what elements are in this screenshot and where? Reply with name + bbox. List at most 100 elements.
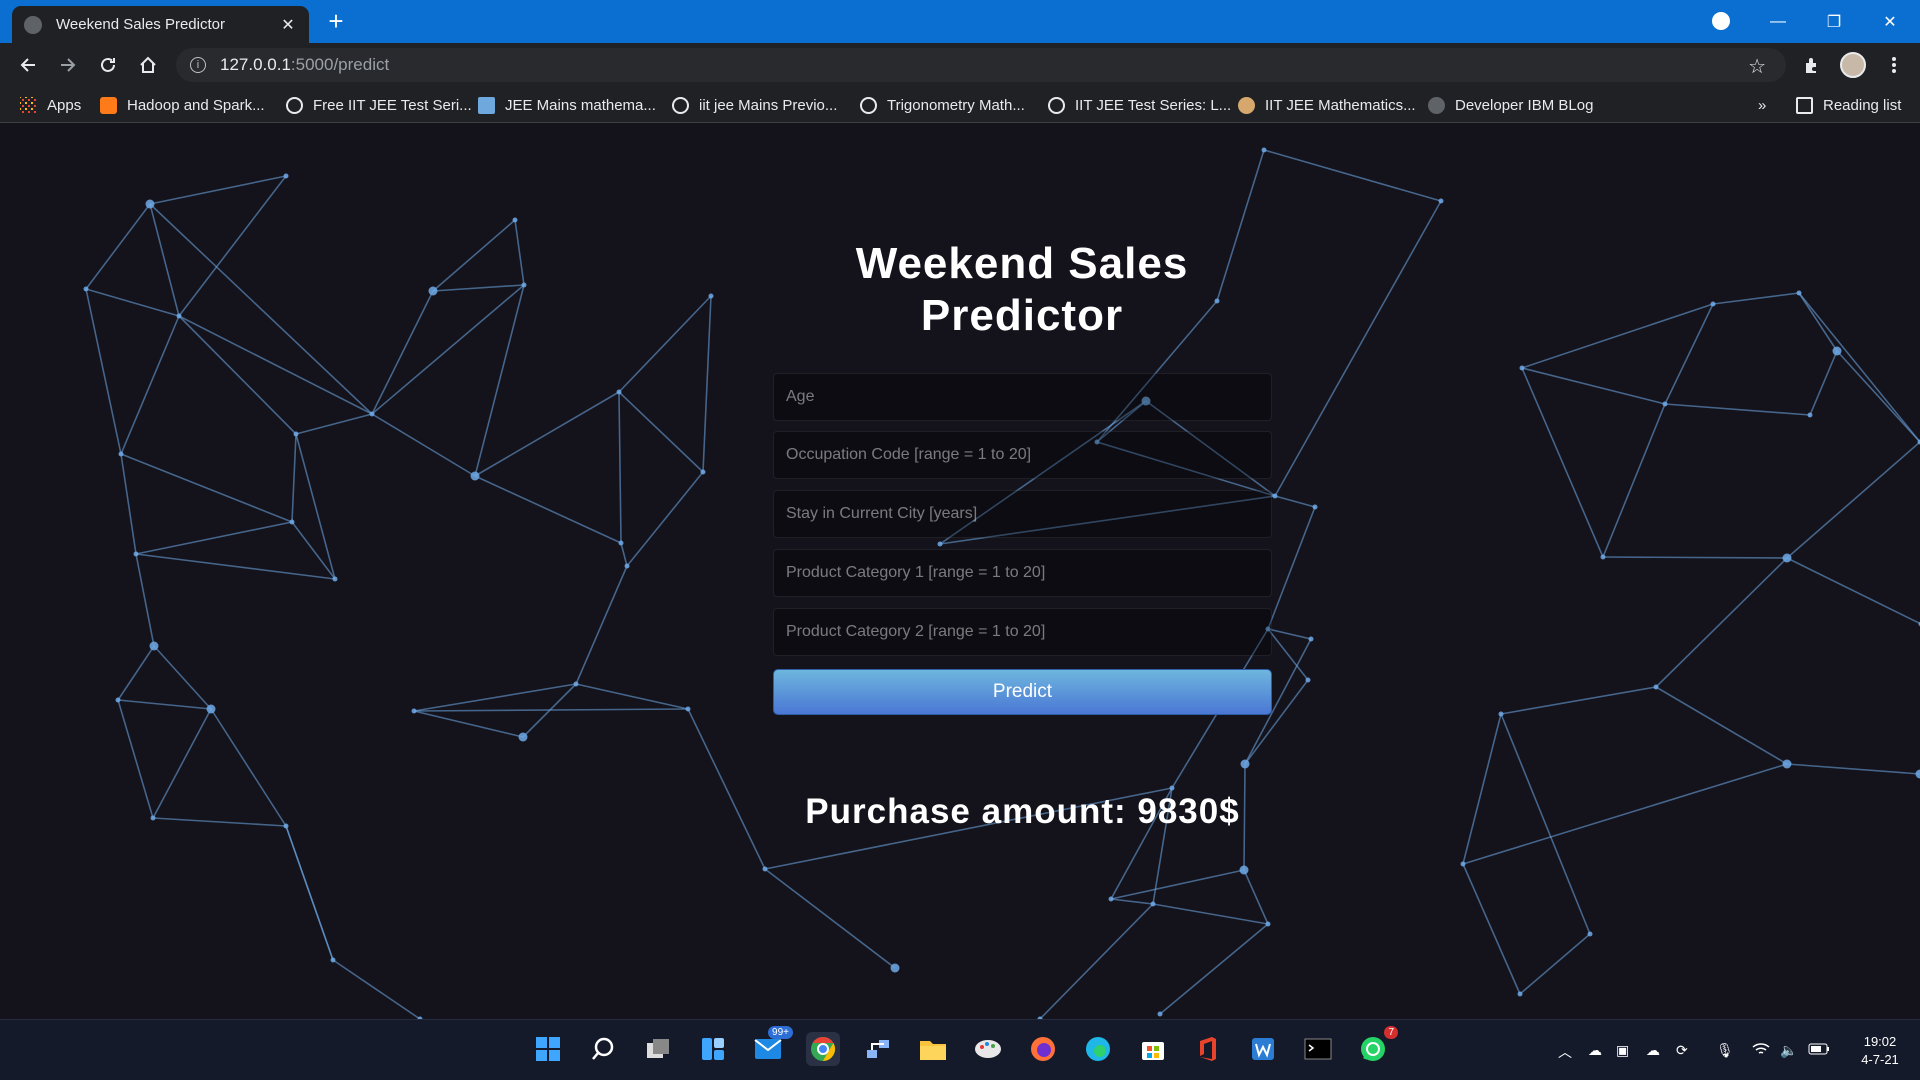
widgets-icon[interactable] bbox=[696, 1032, 730, 1066]
home-icon[interactable] bbox=[134, 51, 162, 79]
network-line bbox=[413, 710, 524, 738]
nvidia-icon[interactable]: ▣ bbox=[1616, 1042, 1629, 1059]
bookmark-iit-jee-test-series[interactable]: IIT JEE Test Series: L... bbox=[1048, 95, 1231, 115]
network-line bbox=[1664, 403, 1811, 416]
network-line bbox=[149, 203, 373, 415]
bookmark-iit-jee-previous[interactable]: iit jee Mains Previo... bbox=[672, 95, 837, 115]
firefox-icon[interactable] bbox=[1026, 1032, 1060, 1066]
word-icon[interactable] bbox=[1246, 1032, 1280, 1066]
bookmark-apps[interactable]: Apps bbox=[20, 95, 81, 115]
wifi-icon[interactable] bbox=[1752, 1042, 1770, 1059]
bookmarks-overflow-icon[interactable]: » bbox=[1758, 95, 1766, 115]
network-node bbox=[518, 732, 528, 742]
network-line bbox=[575, 683, 689, 710]
office-icon[interactable] bbox=[1191, 1032, 1225, 1066]
show-hidden-icons-icon[interactable]: ︿ bbox=[1558, 1042, 1572, 1062]
occupation-input[interactable] bbox=[773, 431, 1272, 479]
menu-icon[interactable] bbox=[1880, 51, 1908, 79]
network-line bbox=[120, 315, 180, 455]
network-line bbox=[149, 175, 287, 205]
bookmark-jee-mains-math[interactable]: JEE Mains mathema... bbox=[478, 95, 656, 115]
network-line bbox=[152, 708, 212, 819]
close-tab-icon[interactable]: ✕ bbox=[279, 15, 297, 35]
network-line bbox=[1664, 303, 1714, 405]
blogger-icon bbox=[100, 96, 117, 114]
file-explorer-icon[interactable] bbox=[916, 1032, 950, 1066]
page-title: Weekend Sales Predictor bbox=[855, 239, 1189, 340]
product-category-2-input[interactable] bbox=[773, 608, 1272, 656]
network-line bbox=[371, 284, 525, 415]
network-node bbox=[1438, 198, 1444, 204]
product-category-1-input[interactable] bbox=[773, 549, 1272, 597]
back-icon[interactable] bbox=[14, 51, 42, 79]
age-input[interactable] bbox=[773, 373, 1272, 421]
bookmark-free-iit-jee[interactable]: Free IIT JEE Test Seri... bbox=[286, 95, 472, 115]
globe-icon bbox=[286, 96, 303, 114]
browser-tab[interactable]: Weekend Sales Predictor ✕ bbox=[12, 6, 309, 43]
task-view-icon[interactable] bbox=[641, 1032, 675, 1066]
network-line bbox=[1039, 903, 1154, 1019]
close-window-icon[interactable]: ✕ bbox=[1862, 0, 1918, 43]
site-info-icon[interactable]: i bbox=[190, 57, 206, 73]
clock[interactable]: 19:02 4-7-21 bbox=[1848, 1033, 1912, 1069]
network-node bbox=[1915, 769, 1920, 779]
forward-icon[interactable] bbox=[54, 51, 82, 79]
tab-title: Weekend Sales Predictor bbox=[56, 16, 225, 33]
url-path: :5000/predict bbox=[290, 55, 390, 74]
network-node bbox=[1239, 865, 1249, 875]
restore-icon[interactable]: ❐ bbox=[1806, 0, 1862, 43]
terminal-icon[interactable] bbox=[1301, 1032, 1335, 1066]
tab-search-icon[interactable] bbox=[1712, 12, 1730, 30]
network-node bbox=[890, 963, 900, 973]
network-node bbox=[369, 411, 375, 417]
reading-list-button[interactable]: Reading list bbox=[1796, 95, 1901, 115]
predict-button[interactable]: Predict bbox=[773, 669, 1272, 715]
onedrive-icon[interactable]: ☁ bbox=[1646, 1042, 1660, 1059]
network-node bbox=[1519, 365, 1525, 371]
stay-in-city-input[interactable] bbox=[773, 490, 1272, 538]
bookmark-developer-ibm[interactable]: Developer IBM BLog bbox=[1428, 95, 1593, 115]
network-line bbox=[1655, 557, 1788, 688]
start-icon[interactable] bbox=[531, 1032, 565, 1066]
address-bar[interactable]: i 127.0.0.1:5000/predict ☆ bbox=[176, 48, 1786, 82]
whatsapp-icon[interactable]: 7 bbox=[1356, 1026, 1398, 1066]
network-node bbox=[149, 641, 159, 651]
volume-icon[interactable]: 🔈 bbox=[1780, 1042, 1797, 1059]
paint-icon[interactable] bbox=[971, 1032, 1005, 1066]
extensions-icon[interactable] bbox=[1798, 51, 1826, 79]
search-icon[interactable] bbox=[586, 1032, 620, 1066]
bookmark-star-icon[interactable]: ☆ bbox=[1748, 54, 1766, 79]
new-tab-button[interactable]: + bbox=[322, 8, 350, 36]
profile-avatar[interactable] bbox=[1840, 52, 1866, 78]
prediction-result: Purchase amount: 9830$ bbox=[805, 792, 1240, 831]
network-line bbox=[1521, 303, 1714, 369]
network-settings-icon[interactable] bbox=[861, 1032, 895, 1066]
sync-icon[interactable]: ⟳ bbox=[1676, 1042, 1688, 1059]
network-node bbox=[1305, 677, 1311, 683]
bookmark-hadoop[interactable]: Hadoop and Spark... bbox=[100, 95, 265, 115]
mail-badge: 99+ bbox=[768, 1026, 793, 1039]
network-node bbox=[618, 540, 624, 546]
minimize-icon[interactable]: — bbox=[1750, 0, 1806, 43]
network-line bbox=[1500, 713, 1591, 935]
network-node bbox=[1832, 346, 1842, 356]
network-line bbox=[1836, 350, 1920, 443]
network-line bbox=[85, 203, 151, 290]
network-node bbox=[1272, 493, 1278, 499]
bookmark-trigonometry[interactable]: Trigonometry Math... bbox=[860, 95, 1025, 115]
network-line bbox=[135, 553, 155, 647]
bookmark-iit-jee-mathematics[interactable]: IIT JEE Mathematics... bbox=[1238, 95, 1416, 115]
reload-icon[interactable] bbox=[94, 51, 122, 79]
edge-icon[interactable] bbox=[1081, 1032, 1115, 1066]
network-node bbox=[573, 681, 579, 687]
network-line bbox=[514, 219, 525, 286]
battery-icon[interactable] bbox=[1808, 1042, 1830, 1058]
chrome-icon[interactable] bbox=[806, 1032, 840, 1066]
network-line bbox=[1152, 903, 1269, 925]
network-line bbox=[432, 219, 516, 292]
store-icon[interactable] bbox=[1136, 1032, 1170, 1066]
network-node bbox=[937, 541, 943, 547]
microphone-icon[interactable]: 🎙 bbox=[1716, 1042, 1734, 1059]
mail-icon[interactable]: 99+ bbox=[751, 1026, 793, 1066]
cloud-drive-icon[interactable]: ☁ bbox=[1588, 1042, 1602, 1059]
